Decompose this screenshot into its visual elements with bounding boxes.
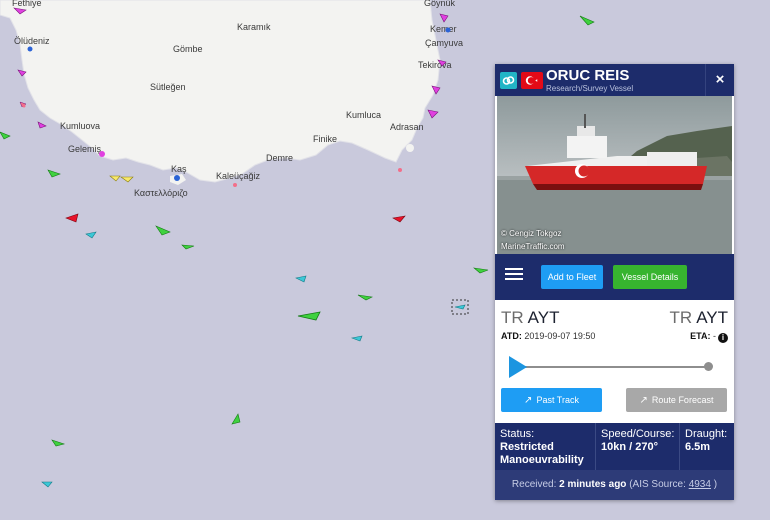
popup-header: ORUC REIS Research/Survey Vessel × bbox=[495, 64, 734, 96]
draught-stat: Draught: 6.5m bbox=[685, 428, 731, 454]
voyage-section: TR AYT TR AYT ATD: 2019-09-07 19:50 ETA: -… bbox=[495, 300, 734, 423]
vessel-photo: © Cengiz Tokgoz MarineTraffic.com bbox=[497, 96, 732, 254]
menu-button[interactable] bbox=[505, 265, 523, 285]
eta-value: - bbox=[713, 331, 716, 341]
place-label-camyuva: Çamyuva bbox=[425, 38, 463, 48]
place-label-gelemis: Gelemiş bbox=[68, 144, 102, 154]
divider bbox=[595, 423, 596, 470]
eta-row: ETA: -i bbox=[690, 331, 728, 343]
menu-bar bbox=[505, 268, 523, 270]
track-icon: ↗ bbox=[524, 395, 533, 406]
place-label-kemer: Kemer bbox=[430, 24, 457, 34]
atd-label: ATD: bbox=[501, 331, 522, 341]
place-label-karamik: Karamık bbox=[237, 22, 271, 32]
arrival-country: TR bbox=[669, 308, 693, 327]
place-label-kumluova: Kumluova bbox=[60, 121, 100, 131]
ais-source-link[interactable]: 4934 bbox=[689, 479, 711, 490]
vessel-marker-passenger[interactable] bbox=[445, 27, 451, 33]
vessel-name: ORUC REIS bbox=[546, 67, 630, 84]
add-to-fleet-button[interactable]: Add to Fleet bbox=[541, 265, 603, 289]
eta-label: ETA: bbox=[690, 331, 711, 341]
draught-label: Draught: bbox=[685, 428, 728, 440]
menu-bar bbox=[505, 278, 523, 280]
menu-bar bbox=[505, 273, 523, 275]
departure-port[interactable]: TR AYT bbox=[501, 308, 559, 328]
turkey-flag-icon bbox=[521, 72, 543, 89]
link-icon[interactable] bbox=[500, 72, 517, 89]
popup-action-bar: Add to Fleet Vessel Details bbox=[495, 254, 734, 300]
vessel-marker-pleasure[interactable] bbox=[233, 183, 237, 187]
place-label-goynuk: Göynük bbox=[424, 0, 456, 8]
departure-country: TR bbox=[501, 308, 524, 327]
photo-credit: © Cengiz Tokgoz bbox=[501, 229, 562, 238]
vessel-type: Research/Survey Vessel bbox=[546, 84, 634, 93]
vessel-marker-pleasure[interactable] bbox=[22, 104, 26, 108]
ais-source-label: (AIS Source: bbox=[629, 479, 686, 490]
place-label-kumluca: Kumluca bbox=[346, 110, 381, 120]
vessel-progress-arrow-icon bbox=[509, 356, 527, 378]
speed-value: 10kn / 270° bbox=[601, 441, 658, 453]
vessel-marker-pleasure[interactable] bbox=[398, 168, 402, 172]
status-value: Restricted Manoeuvrability bbox=[500, 441, 584, 466]
vessel-marker-passenger[interactable] bbox=[27, 46, 33, 52]
place-label-gombe: Gömbe bbox=[173, 44, 203, 54]
arrival-port[interactable]: TR AYT bbox=[670, 308, 728, 328]
place-label-tekirova: Tekirova bbox=[418, 60, 452, 70]
place-label-adrasan: Adrasan bbox=[390, 122, 424, 132]
received-label: Received: bbox=[511, 479, 557, 490]
past-track-label: Past Track bbox=[536, 395, 579, 405]
atd-row: ATD: 2019-09-07 19:50 bbox=[501, 331, 595, 341]
place-label-finike: Finike bbox=[313, 134, 337, 144]
route-forecast-button[interactable]: ↗ Route Forecast bbox=[626, 388, 727, 412]
status-label: Status: bbox=[500, 428, 535, 440]
place-label-kas: Kaş bbox=[171, 164, 187, 174]
forecast-icon: ↗ bbox=[639, 395, 648, 406]
speed-course-stat: Speed/Course: 10kn / 270° bbox=[601, 428, 681, 454]
voyage-progress-track bbox=[523, 366, 706, 368]
draught-value: 6.5m bbox=[685, 441, 711, 453]
info-icon[interactable]: i bbox=[718, 333, 728, 343]
received-info: Received: 2 minutes ago (AIS Source: 493… bbox=[495, 470, 734, 500]
close-button[interactable]: × bbox=[705, 64, 734, 96]
photo-source: MarineTraffic.com bbox=[501, 242, 565, 251]
vessel-stats: Status: Restricted Manoeuvrability Speed/… bbox=[495, 423, 734, 470]
place-label-oludeniz: Ölüdeniz bbox=[14, 36, 50, 46]
islet bbox=[406, 144, 414, 152]
status-stat: Status: Restricted Manoeuvrability bbox=[500, 428, 595, 467]
place-label-suleygen: Sütleğen bbox=[150, 82, 186, 92]
destination-dot-icon bbox=[704, 362, 713, 371]
arrival-port-code: AYT bbox=[696, 308, 728, 327]
past-track-button[interactable]: ↗ Past Track bbox=[501, 388, 602, 412]
place-label-kastellorizo: Καστελλόριζο bbox=[134, 188, 188, 198]
received-value: 2 minutes ago bbox=[559, 479, 627, 490]
place-label-fethiye: Fethiye bbox=[12, 0, 42, 8]
vessel-details-button[interactable]: Vessel Details bbox=[613, 265, 687, 289]
vessel-marker-passenger[interactable] bbox=[174, 175, 180, 181]
atd-value: 2019-09-07 19:50 bbox=[524, 331, 596, 341]
vessel-marker-pleasure[interactable] bbox=[99, 151, 105, 157]
ais-source-close: ) bbox=[713, 479, 718, 490]
vessel-popup: ORUC REIS Research/Survey Vessel × © Cen… bbox=[495, 64, 734, 500]
route-forecast-label: Route Forecast bbox=[651, 395, 714, 405]
speed-label: Speed/Course: bbox=[601, 428, 675, 440]
place-label-demre: Demre bbox=[266, 153, 293, 163]
departure-port-code: AYT bbox=[527, 308, 560, 327]
place-label-kaleucagiz: Kaleüçağiz bbox=[216, 171, 261, 181]
